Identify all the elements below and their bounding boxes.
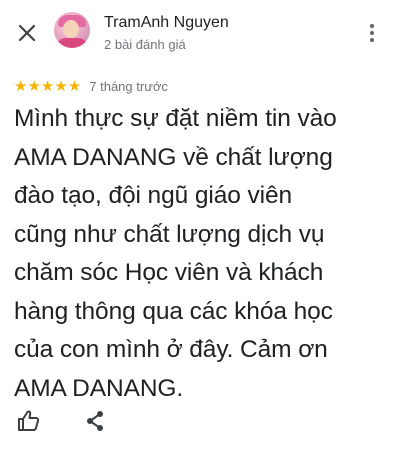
star-icon: ★: [14, 76, 28, 95]
reviewer-name[interactable]: TramAnh Nguyen: [104, 14, 229, 32]
like-button[interactable]: [14, 406, 44, 436]
reviewer-review-count: 2 bài đánh giá: [104, 37, 186, 52]
star-icon: ★: [67, 76, 82, 95]
review-actions: [14, 406, 108, 436]
share-button[interactable]: [82, 406, 108, 436]
thumbs-up-icon: [18, 410, 40, 431]
star-icon: ★: [27, 76, 41, 95]
close-icon: [18, 24, 36, 42]
star-icon: ★: [40, 76, 55, 95]
share-icon: [87, 411, 103, 431]
review-date: 7 tháng trước: [89, 78, 168, 94]
star-rating: ★ ★ ★ ★ ★: [14, 76, 82, 95]
avatar[interactable]: [54, 12, 90, 48]
review-text: Mình thực sự đặt niềm tin vào AMA DANANG…: [14, 105, 337, 402]
close-button[interactable]: [12, 18, 42, 48]
review-header: TramAnh Nguyen 2 bài đánh giá: [0, 0, 400, 64]
star-icon: ★: [54, 76, 68, 95]
more-vert-icon: [370, 24, 374, 28]
rating-row: ★ ★ ★ ★ ★ 7 tháng trước: [14, 76, 168, 96]
more-options-button[interactable]: [362, 20, 382, 46]
